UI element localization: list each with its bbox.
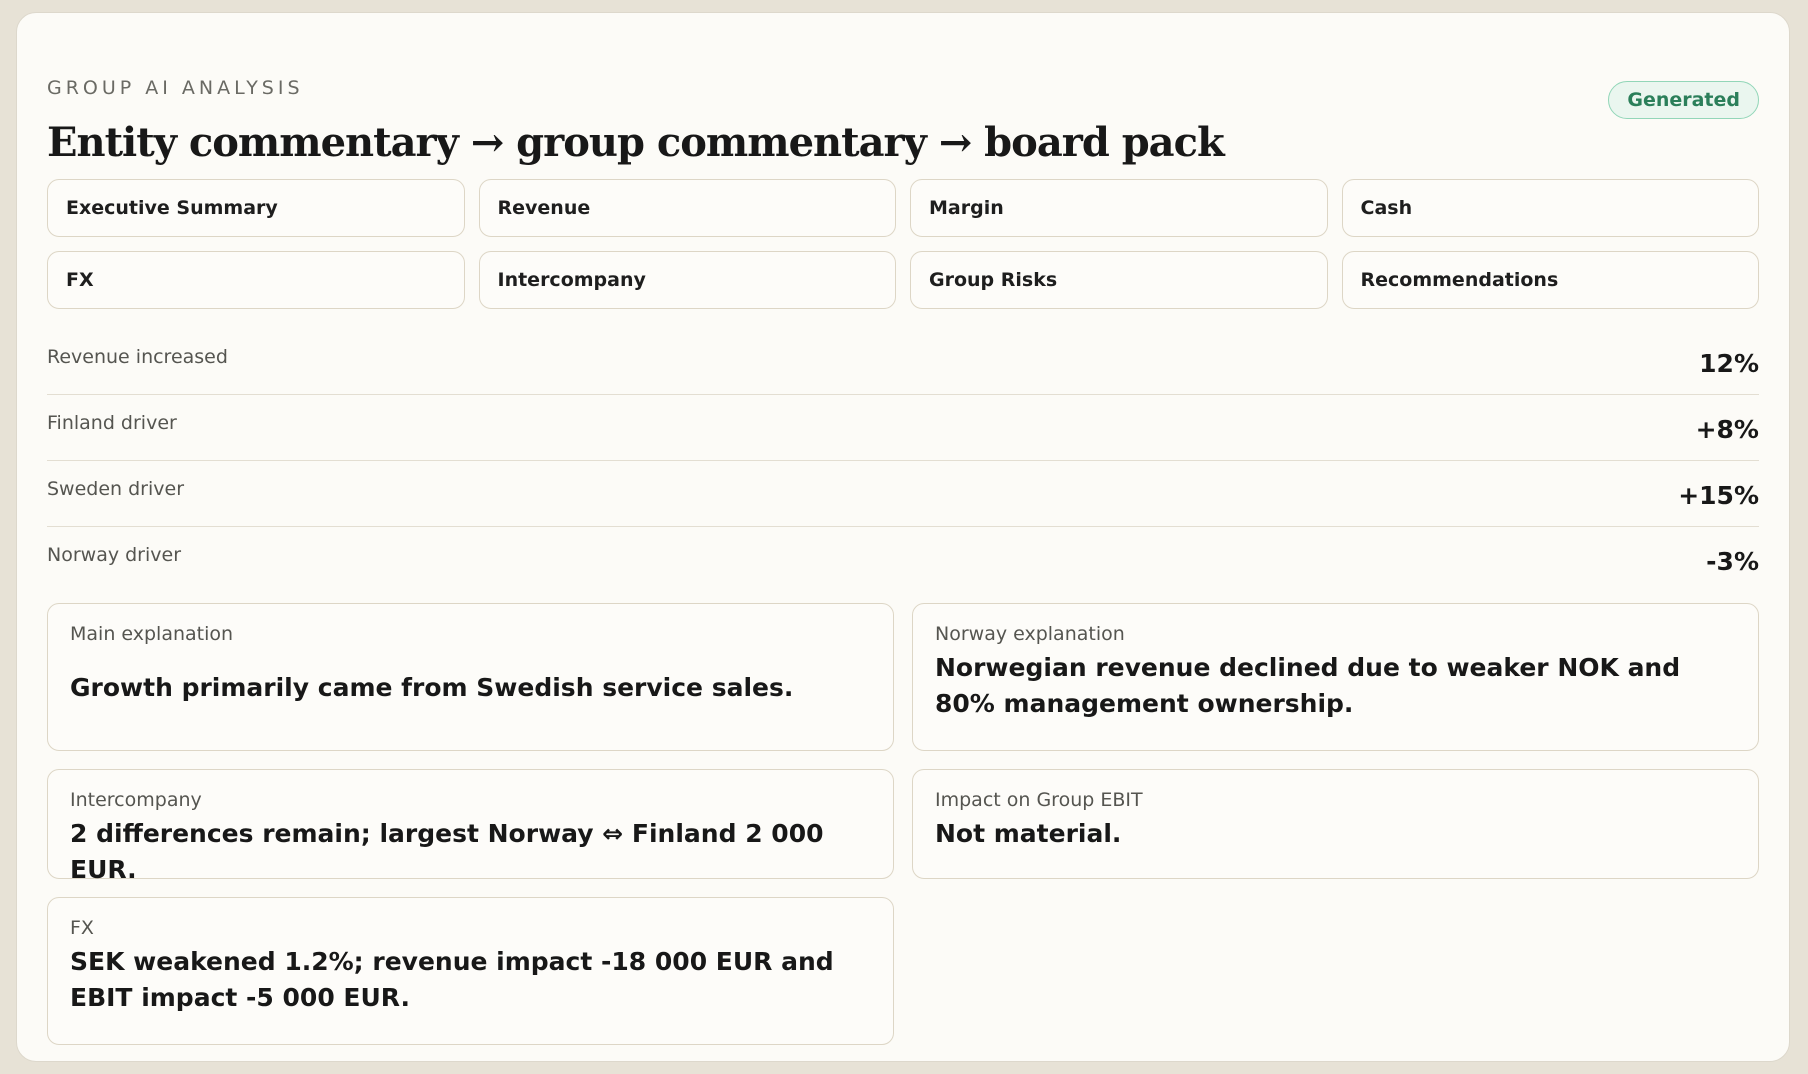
analysis-card: GROUP AI ANALYSIS Entity commentary → gr… <box>16 12 1790 1062</box>
tab-cash[interactable]: Cash <box>1341 179 1759 237</box>
panel-label: Norway explanation <box>935 623 1125 645</box>
tab-group-risks[interactable]: Group Risks <box>910 251 1328 309</box>
metric-value: +15% <box>1678 481 1759 510</box>
panel-label: Main explanation <box>70 623 234 645</box>
metric-label: Revenue increased <box>47 346 228 368</box>
panel-text: 2 differences remain; largest Norway ⇔ F… <box>70 819 824 884</box>
section-eyebrow: GROUP AI ANALYSIS <box>47 77 304 99</box>
metrics-list: Revenue increased 12% Finland driver +8%… <box>47 329 1759 593</box>
norway-explanation-panel: Norway explanation Norwegian revenue dec… <box>912 603 1759 751</box>
metric-value: -3% <box>1706 547 1759 576</box>
metric-row-norway: Norway driver -3% <box>47 527 1759 593</box>
tab-margin[interactable]: Margin <box>910 179 1328 237</box>
status-badge: Generated <box>1608 81 1759 119</box>
metric-row-finland: Finland driver +8% <box>47 395 1759 461</box>
tab-recommendations[interactable]: Recommendations <box>1341 251 1759 309</box>
tab-revenue[interactable]: Revenue <box>478 179 896 237</box>
metric-row-revenue: Revenue increased 12% <box>47 329 1759 395</box>
metric-row-sweden: Sweden driver +15% <box>47 461 1759 527</box>
panel-label: Impact on Group EBIT <box>935 789 1143 811</box>
page-title: Entity commentary → group commentary → b… <box>47 119 1225 166</box>
metric-label: Norway driver <box>47 544 182 566</box>
ebit-impact-panel: Impact on Group EBIT Not material. <box>912 769 1759 879</box>
metric-value: +8% <box>1695 415 1759 444</box>
tab-executive-summary[interactable]: Executive Summary <box>47 179 465 237</box>
metric-value: 12% <box>1699 349 1759 378</box>
panel-label: FX <box>70 917 94 939</box>
tab-fx[interactable]: FX <box>47 251 465 309</box>
commentary-panels: Main explanation Growth primarily came f… <box>47 603 1759 1045</box>
fx-panel: FX SEK weakened 1.2%; revenue impact -18… <box>47 897 894 1045</box>
analysis-tabs: Executive Summary Revenue Margin Cash FX… <box>47 179 1759 309</box>
panel-text: Norwegian revenue declined due to weaker… <box>935 653 1681 718</box>
main-explanation-panel: Main explanation Growth primarily came f… <box>47 603 894 751</box>
metric-label: Finland driver <box>47 412 177 434</box>
intercompany-panel: Intercompany 2 differences remain; large… <box>47 769 894 884</box>
panel-text: Growth primarily came from Swedish servi… <box>70 673 794 702</box>
tab-intercompany[interactable]: Intercompany <box>478 251 896 309</box>
metric-label: Sweden driver <box>47 478 185 500</box>
panel-text: SEK weakened 1.2%; revenue impact -18 00… <box>70 947 834 1012</box>
panel-text: Not material. <box>935 819 1122 848</box>
panel-label: Intercompany <box>70 789 202 811</box>
